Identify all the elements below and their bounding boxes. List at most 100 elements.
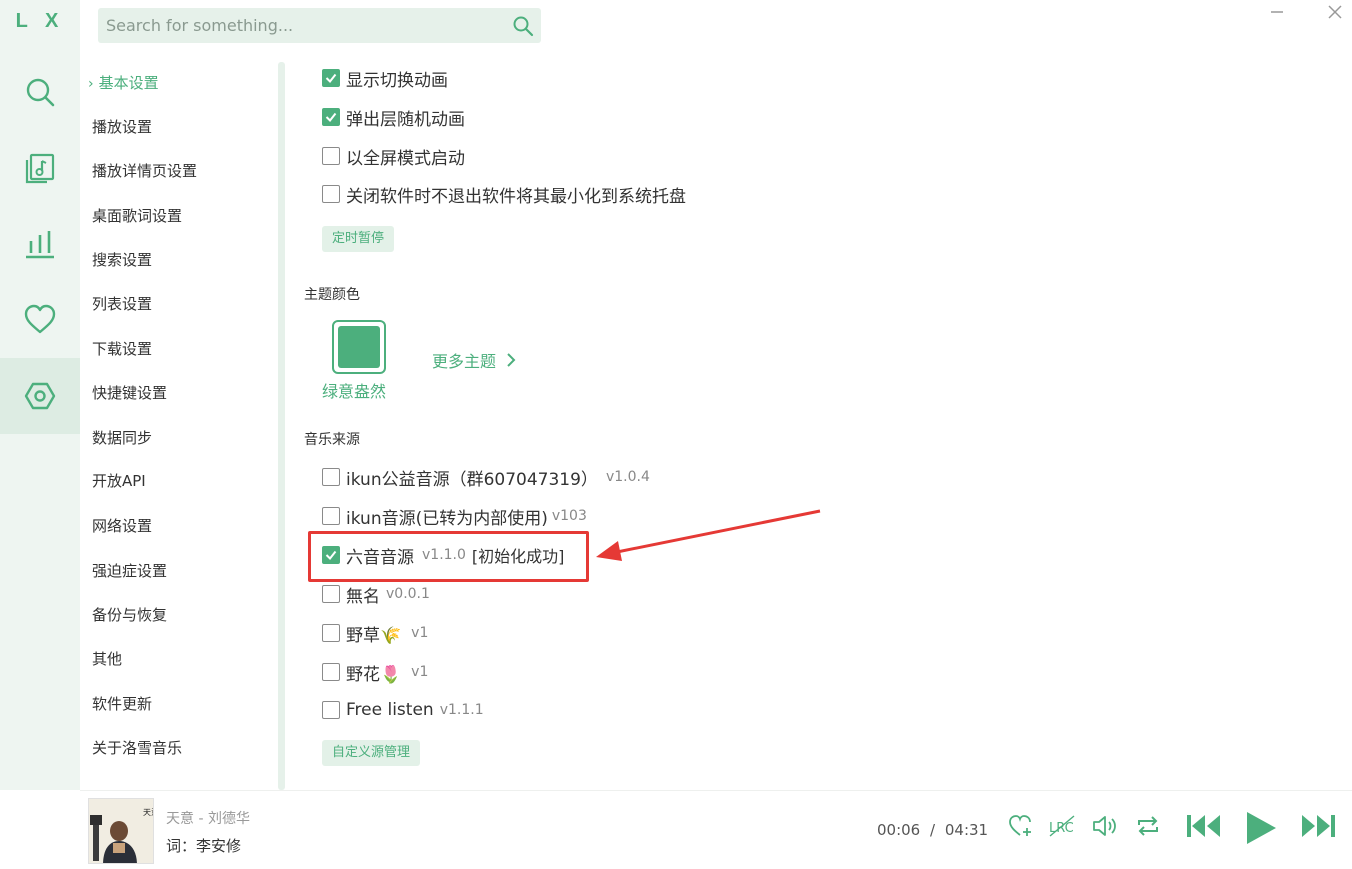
source-item[interactable]: ikun公益音源（群607047319） v1.0.4 <box>322 465 650 490</box>
source-version: v1 <box>411 625 429 641</box>
nav-item-ocd[interactable]: 强迫症设置 <box>92 556 167 586</box>
more-themes-link[interactable]: 更多主题 <box>432 348 520 372</box>
search-input[interactable] <box>98 16 505 35</box>
checkbox-unchecked[interactable] <box>322 585 340 603</box>
favorite-button[interactable] <box>1008 813 1034 839</box>
option-fullscreen-start[interactable]: 以全屏模式启动 <box>322 144 465 169</box>
source-name: 野草🌾 <box>346 625 402 646</box>
checkbox-unchecked[interactable] <box>322 185 340 203</box>
source-item[interactable]: ikun音源(已转为内部使用) v103 <box>322 504 587 529</box>
settings-nav: › 基本设置 播放设置 播放详情页设置 桌面歌词设置 搜索设置 列表设置 下载设置… <box>80 62 278 790</box>
nav-item-desktop-lyric[interactable]: 桌面歌词设置 <box>92 201 182 231</box>
nav-item-other[interactable]: 其他 <box>92 644 122 674</box>
search-icon <box>26 78 55 107</box>
option-label: 关闭软件时不退出软件将其最小化到系统托盘 <box>346 186 686 207</box>
rail-search[interactable] <box>0 54 80 130</box>
lyric-icon: LRC <box>1049 815 1075 837</box>
next-button[interactable] <box>1299 811 1337 841</box>
checkbox-unchecked[interactable] <box>322 507 340 525</box>
source-version: v103 <box>551 508 587 524</box>
rail-leaderboard[interactable] <box>0 206 80 282</box>
heart-icon <box>24 304 56 334</box>
close-button[interactable] <box>1320 0 1350 24</box>
annotation-highlight-box <box>308 531 589 582</box>
rail-song-list[interactable] <box>0 130 80 206</box>
search-bar <box>98 8 541 43</box>
time-separator: / <box>930 821 936 839</box>
option-label: 弹出层随机动画 <box>346 109 465 130</box>
nav-item-open-api[interactable]: 开放API <box>92 466 146 496</box>
music-list-icon <box>25 153 55 184</box>
nav-item-download[interactable]: 下载设置 <box>92 334 152 364</box>
repeat-mode-button[interactable] <box>1135 813 1161 839</box>
source-item[interactable]: 野花🌷 v1 <box>322 660 429 685</box>
nav-item-play-detail[interactable]: 播放详情页设置 <box>92 156 197 186</box>
option-random-popup-animation[interactable]: 弹出层随机动画 <box>322 105 465 130</box>
chevron-right-icon <box>507 353 516 367</box>
nav-item-sync[interactable]: 数据同步 <box>92 423 152 453</box>
cover-title: 天意 <box>143 807 154 817</box>
volume-button[interactable] <box>1091 813 1119 839</box>
previous-button[interactable] <box>1185 811 1223 841</box>
volume-icon <box>1093 816 1116 836</box>
nav-item-hotkey[interactable]: 快捷键设置 <box>92 378 167 408</box>
source-item[interactable]: 野草🌾 v1 <box>322 621 429 646</box>
chevron-right-icon: › <box>88 76 94 92</box>
source-name: Free listen <box>346 700 434 720</box>
time-current: 00:06 <box>877 821 921 839</box>
nav-item-search[interactable]: 搜索设置 <box>92 245 152 275</box>
checkbox-unchecked[interactable] <box>322 468 340 486</box>
search-submit-button[interactable] <box>505 8 541 43</box>
theme-color-swatch <box>338 326 380 368</box>
nav-item-label: 基本设置 <box>98 74 159 92</box>
checkbox-unchecked[interactable] <box>322 701 340 719</box>
leaderboard-icon <box>26 231 54 259</box>
settings-content: 显示切换动画 弹出层随机动画 以全屏模式启动 关闭软件时不退出软件将其最小化到系… <box>286 62 1352 790</box>
checkbox-unchecked[interactable] <box>322 624 340 642</box>
timer-pause-button[interactable]: 定时暂停 <box>322 226 395 252</box>
theme-swatch-current[interactable] <box>332 320 386 374</box>
custom-source-manage-button[interactable]: 自定义源管理 <box>322 740 421 766</box>
source-version: v1.0.4 <box>605 469 650 485</box>
checkbox-checked[interactable] <box>322 108 340 126</box>
album-cover[interactable]: 天意 <box>88 798 154 864</box>
play-time: 00:06 / 04:31 <box>877 821 988 839</box>
play-icon <box>1247 812 1276 844</box>
nav-item-network[interactable]: 网络设置 <box>92 511 152 541</box>
play-button[interactable] <box>1243 809 1279 847</box>
minimize-icon <box>1271 11 1283 13</box>
checkbox-checked[interactable] <box>322 69 340 87</box>
checkbox-unchecked[interactable] <box>322 663 340 681</box>
check-icon <box>325 73 337 84</box>
rail-favorites[interactable] <box>0 282 80 358</box>
annotation-arrow-icon <box>596 509 821 561</box>
source-version: v0.0.1 <box>386 586 430 602</box>
source-version: v1.1.1 <box>439 702 484 718</box>
option-label: 显示切换动画 <box>346 70 448 91</box>
checkbox-unchecked[interactable] <box>322 147 340 165</box>
source-item[interactable]: Free listen v1.1.1 <box>322 698 484 722</box>
rail-settings[interactable] <box>0 358 80 434</box>
song-title[interactable]: 天意 - 刘德华 <box>166 808 250 828</box>
option-switch-animation[interactable]: 显示切换动画 <box>322 66 448 91</box>
source-item[interactable]: 無名 v0.0.1 <box>322 582 430 607</box>
source-version: v1 <box>411 664 429 680</box>
album-cover-image: 天意 <box>89 799 154 863</box>
nav-item-backup[interactable]: 备份与恢复 <box>92 600 167 630</box>
source-name: 野花🌷 <box>346 664 402 685</box>
icon-rail: L X <box>0 0 80 790</box>
nav-item-about[interactable]: 关于洛雪音乐 <box>92 733 182 763</box>
nav-scrollbar[interactable] <box>278 62 285 790</box>
nav-item-basic[interactable]: › 基本设置 <box>88 68 159 98</box>
theme-section-title: 主题颜色 <box>304 287 360 303</box>
search-icon <box>513 16 534 36</box>
desktop-lyric-button[interactable]: LRC <box>1048 813 1076 839</box>
option-minimize-to-tray[interactable]: 关闭软件时不退出软件将其最小化到系统托盘 <box>322 182 686 207</box>
nav-item-list[interactable]: 列表设置 <box>92 289 152 319</box>
skip-previous-icon <box>1187 815 1220 837</box>
current-lyric: 词：李安修 <box>166 837 242 855</box>
minimize-button[interactable] <box>1262 0 1292 24</box>
theme-name: 绿意盎然 <box>322 382 387 401</box>
nav-item-update[interactable]: 软件更新 <box>92 689 152 719</box>
nav-item-playback[interactable]: 播放设置 <box>92 112 152 142</box>
